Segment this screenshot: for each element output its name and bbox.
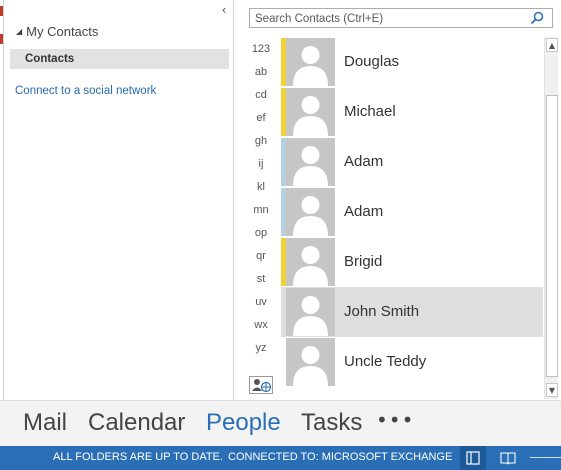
contact-avatar-icon [286,238,335,286]
nav-calendar[interactable]: Calendar [88,409,185,437]
reading-view-icon[interactable] [500,450,516,466]
connect-social-network-link[interactable]: Connect to a social network [15,85,156,97]
outlook-people-window: ‹ ◢ My Contacts Contacts Connect to a so… [0,0,561,470]
alpha-index-item[interactable]: uv [246,291,276,314]
alpha-index-item[interactable]: kl [246,176,276,199]
contact-avatar-icon [286,138,335,186]
add-contact-icon[interactable] [249,376,273,394]
normal-view-icon [466,451,480,465]
contact-name: Adam [344,153,384,170]
contact-card[interactable]: Douglas [281,37,543,87]
alpha-index-item[interactable]: op [246,222,276,245]
scroll-thumb[interactable] [546,95,558,377]
expand-triangle-icon[interactable]: ◢ [16,27,22,36]
alpha-index-item[interactable]: qr [246,245,276,268]
zoom-slider[interactable] [530,457,561,458]
contact-list-scrollbar[interactable]: ▲ ▼ [544,37,558,399]
scroll-down-icon[interactable]: ▼ [546,383,558,397]
nav-tasks[interactable]: Tasks [301,409,362,437]
normal-view-button[interactable] [460,446,486,470]
contact-name: John Smith [344,303,420,320]
alpha-index-item[interactable]: ef [246,107,276,130]
alphabet-index: 123 ab cd ef gh ij kl mn op qr st uv wx yz [246,38,276,360]
contact-name: Adam [344,203,384,220]
search-icon[interactable] [530,11,544,25]
contact-avatar-icon [286,188,335,236]
alpha-index-item[interactable]: yz [246,337,276,360]
alpha-index-item[interactable]: gh [246,130,276,153]
my-contacts-label: My Contacts [26,24,99,39]
contact-card[interactable]: Adam [281,137,543,187]
folders-status-text: ALL FOLDERS ARE UP TO DATE. [53,451,223,463]
my-contacts-group[interactable]: ◢ My Contacts [16,24,98,39]
contact-card[interactable]: Adam [281,187,543,237]
search-input[interactable] [250,10,520,28]
status-bar: ALL FOLDERS ARE UP TO DATE. CONNECTED TO… [0,446,561,470]
contact-avatar-icon [286,288,335,336]
contact-name: Douglas [344,53,400,70]
alpha-index-item[interactable]: cd [246,84,276,107]
alpha-index-item[interactable]: mn [246,199,276,222]
contact-card[interactable]: Brigid [281,237,543,287]
contact-avatar-icon [286,38,335,86]
nav-mail[interactable]: Mail [23,409,67,437]
folder-item-contacts[interactable]: Contacts [10,49,229,69]
edge-marker [0,6,3,16]
folder-pane: ‹ ◢ My Contacts Contacts Connect to a so… [4,0,234,400]
more-options-icon[interactable]: ••• [376,408,414,432]
contact-card[interactable]: Uncle Teddy [281,337,543,387]
contact-name: Brigid [344,253,383,270]
navigation-bar: Mail Calendar People Tasks ••• [0,400,561,446]
connection-status-text: CONNECTED TO: MICROSOFT EXCHANGE [228,451,453,463]
alpha-index-item[interactable]: ij [246,153,276,176]
alpha-index-item[interactable]: ab [246,61,276,84]
search-box[interactable] [249,8,553,28]
contact-card[interactable]: Michael [281,87,543,137]
alpha-index-item[interactable]: wx [246,314,276,337]
alpha-index-item[interactable]: 123 [246,38,276,61]
chevron-left-icon[interactable]: ‹ [218,3,230,17]
nav-people[interactable]: People [206,409,281,437]
contact-avatar-icon [286,88,335,136]
contact-name: Uncle Teddy [344,353,427,370]
scroll-up-icon[interactable]: ▲ [546,38,558,52]
edge-marker [0,34,3,44]
contact-name: Michael [344,103,396,120]
alpha-index-item[interactable]: st [246,268,276,291]
contact-card[interactable]: John Smith [281,287,543,337]
contact-avatar-icon [286,338,335,386]
contact-list: Douglas Michael Adam Adam Brigid John Smith Un… [281,37,543,387]
